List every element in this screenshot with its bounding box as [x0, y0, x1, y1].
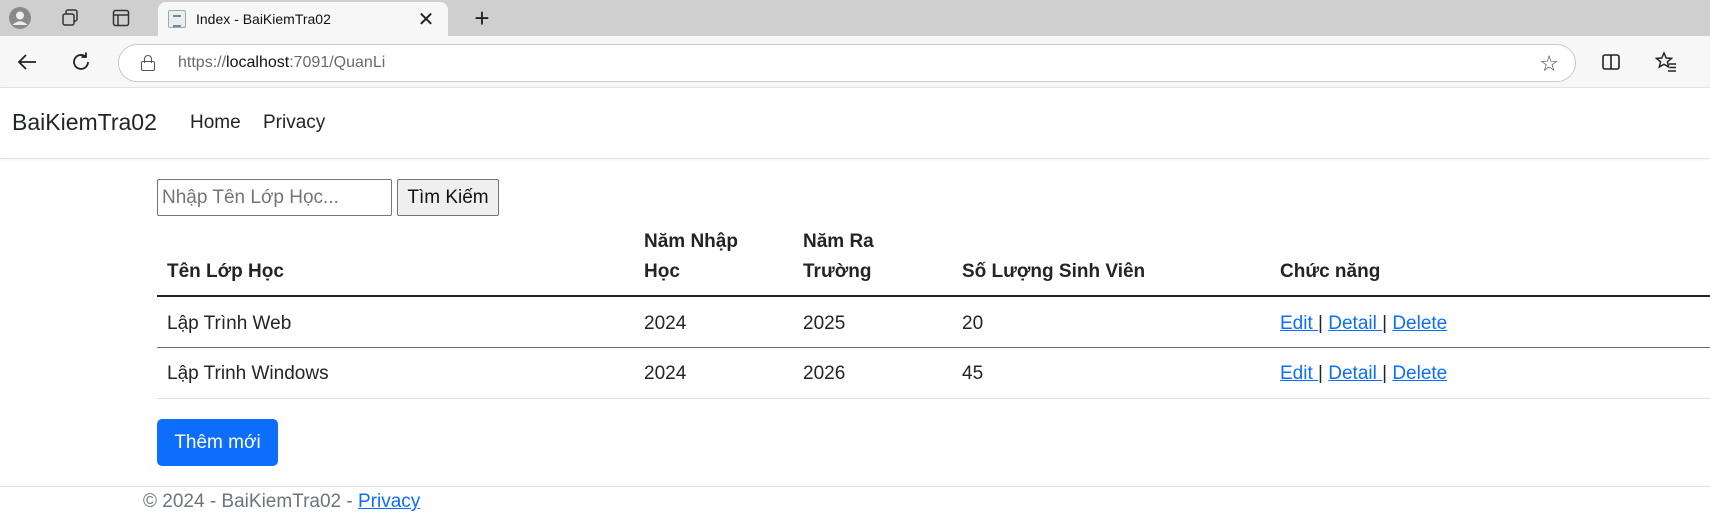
browser-tab-active[interactable]: Index - BaiKiemTra02 ✕ [158, 2, 448, 36]
nav-link-privacy[interactable]: Privacy [263, 112, 325, 134]
tab-title: Index - BaiKiemTra02 [196, 11, 331, 27]
cell-student-count: 45 [962, 363, 984, 384]
site-navbar: BaiKiemTra02 Home Privacy [0, 88, 1710, 159]
add-new-button[interactable]: Thêm mới [157, 419, 278, 466]
cell-end-year: 2025 [803, 313, 846, 334]
navbar-brand[interactable]: BaiKiemTra02 [12, 109, 157, 136]
footer-privacy-link[interactable]: Privacy [358, 491, 420, 512]
back-arrow-icon[interactable] [12, 47, 42, 77]
url-text: https://localhost:7091/QuanLi [178, 54, 386, 71]
edit-link[interactable]: Edit [1280, 313, 1318, 334]
search-class-input[interactable] [157, 179, 392, 216]
browser-tab-bar: Index - BaiKiemTra02 ✕ + [0, 0, 1710, 36]
header-end-year: Năm Ra Trường [803, 227, 874, 287]
action-separator: | [1318, 313, 1323, 334]
footer-copyright: © 2024 - BaiKiemTra02 - [143, 491, 358, 512]
table-header-divider [157, 295, 1710, 297]
new-tab-plus-icon[interactable]: + [468, 4, 496, 32]
detail-link[interactable]: Detail [1328, 313, 1382, 334]
header-start-year-line2: Học [644, 261, 680, 282]
detail-link[interactable]: Detail [1328, 363, 1382, 384]
vertical-tabs-icon[interactable] [107, 4, 135, 32]
nav-link-home[interactable]: Home [190, 112, 241, 134]
action-separator: | [1318, 363, 1323, 384]
cell-class-name: Lập Trinh Windows [167, 363, 329, 384]
address-bar-row: https://localhost:7091/QuanLi ☆ [0, 36, 1710, 88]
delete-link[interactable]: Delete [1392, 363, 1447, 384]
action-separator: | [1382, 363, 1388, 384]
workspaces-icon[interactable] [56, 4, 84, 32]
favorite-star-icon[interactable]: ☆ [1539, 51, 1559, 77]
cell-end-year: 2026 [803, 363, 846, 384]
favorites-list-icon[interactable] [1651, 47, 1681, 77]
header-end-year-line2: Trường [803, 261, 872, 282]
page-favicon-icon [168, 10, 186, 28]
search-button[interactable]: Tìm Kiếm [397, 179, 499, 216]
cell-actions: Edit | Detail | Delete [1280, 362, 1447, 386]
cell-start-year: 2024 [644, 313, 687, 334]
header-start-year-line1: Năm Nhập [644, 231, 738, 252]
profile-icon[interactable] [6, 4, 34, 32]
cell-start-year: 2024 [644, 363, 687, 384]
row-divider [157, 398, 1710, 399]
footer-divider [0, 486, 1710, 487]
lock-icon[interactable] [141, 55, 155, 71]
header-start-year: Năm Nhập Học [644, 227, 738, 287]
edit-link[interactable]: Edit [1280, 363, 1318, 384]
header-student-count: Số Lượng Sinh Viên [962, 261, 1146, 282]
row-divider [157, 347, 1710, 348]
footer: © 2024 - BaiKiemTra02 - Privacy [143, 491, 420, 513]
header-class-name: Tên Lớp Học [167, 261, 284, 282]
cell-actions: Edit | Detail | Delete [1280, 312, 1447, 336]
url-input[interactable]: https://localhost:7091/QuanLi ☆ [118, 44, 1576, 82]
header-end-year-line1: Năm Ra [803, 231, 874, 252]
cell-student-count: 20 [962, 313, 984, 334]
close-tab-icon[interactable]: ✕ [414, 7, 438, 31]
refresh-icon[interactable] [66, 47, 96, 77]
action-separator: | [1382, 313, 1388, 334]
delete-link[interactable]: Delete [1392, 313, 1447, 334]
cell-class-name: Lập Trình Web [167, 313, 292, 334]
header-actions: Chức năng [1280, 261, 1381, 282]
split-screen-icon[interactable] [1596, 47, 1626, 77]
